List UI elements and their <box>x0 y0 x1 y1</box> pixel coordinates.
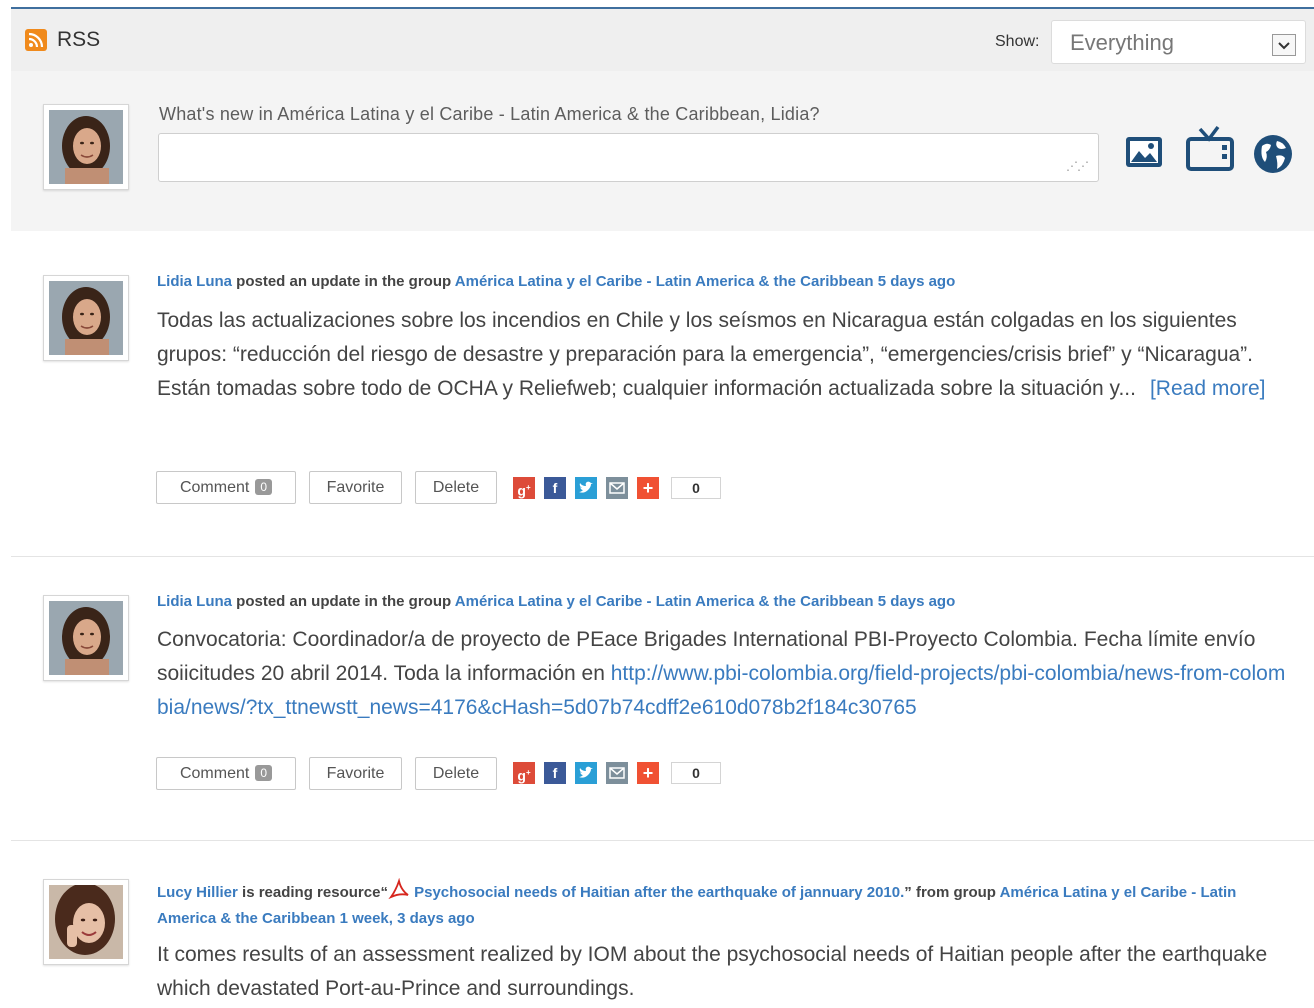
activity-item: Lucy Hillier is reading resource“ Psycho… <box>11 840 1314 1008</box>
comment-button[interactable]: Comment 0 <box>156 757 296 790</box>
activity-header: Lidia Luna posted an update in the group… <box>157 269 955 295</box>
activity-item: Lidia Luna posted an update in the group… <box>11 231 1314 556</box>
photo-icon[interactable] <box>1123 131 1165 178</box>
chevron-down-icon[interactable] <box>1272 34 1296 56</box>
activity-content: Convocatoria: Coordinador/a de proyecto … <box>157 623 1287 725</box>
video-icon[interactable] <box>1184 125 1236 178</box>
rss-icon[interactable] <box>25 29 47 51</box>
group-link[interactable]: América Latina y el Caribe - Latin Ameri… <box>455 273 874 290</box>
activity-item: Lidia Luna posted an update in the group… <box>11 556 1314 841</box>
share-count: 0 <box>671 477 721 499</box>
rss-link[interactable]: RSS <box>57 28 100 52</box>
pdf-icon <box>388 877 410 900</box>
show-filter-value: Everything <box>1070 30 1174 55</box>
avatar[interactable] <box>43 104 129 190</box>
user-link[interactable]: Lucy Hillier <box>157 884 238 901</box>
share-count: 0 <box>671 762 721 784</box>
activity-header: Lidia Luna posted an update in the group… <box>157 589 955 615</box>
delete-button[interactable]: Delete <box>415 471 497 504</box>
delete-button[interactable]: Delete <box>415 757 497 790</box>
twitter-share-icon[interactable] <box>575 477 597 499</box>
whats-new-composer: What's new in América Latina y el Caribe… <box>11 71 1314 231</box>
show-filter-select[interactable]: Everything <box>1051 20 1306 64</box>
avatar[interactable] <box>43 275 129 361</box>
comment-button-label: Comment <box>179 479 250 496</box>
composer-prompt: What's new in América Latina y el Caribe… <box>159 104 820 124</box>
open-quote: “ <box>380 884 388 901</box>
comment-button[interactable]: Comment 0 <box>156 471 296 504</box>
user-photo <box>49 601 123 675</box>
timestamp-link[interactable]: 5 days ago <box>878 593 956 610</box>
timestamp-link[interactable]: 5 days ago <box>878 273 956 290</box>
user-photo <box>49 885 123 959</box>
google-plus-share-icon[interactable]: g+ <box>513 762 535 784</box>
email-share-icon[interactable] <box>606 762 628 784</box>
close-quote: ” from group <box>904 884 996 901</box>
favorite-button[interactable]: Favorite <box>309 757 402 790</box>
add-share-icon[interactable]: + <box>637 477 659 499</box>
read-more-link[interactable]: [Read more] <box>1150 377 1266 400</box>
whats-new-input[interactable]: ⋰⋰ <box>158 133 1099 182</box>
user-link[interactable]: Lidia Luna <box>157 593 232 610</box>
activity-toolbar: RSS Show: Everything <box>11 9 1314 71</box>
favorite-button[interactable]: Favorite <box>309 471 402 504</box>
comment-count-badge: 0 <box>255 765 273 781</box>
email-share-icon[interactable] <box>606 477 628 499</box>
activity-content: It comes results of an assessment realiz… <box>157 938 1277 1006</box>
timestamp-link[interactable]: 1 week, 3 days ago <box>340 910 475 927</box>
add-share-icon[interactable]: + <box>637 762 659 784</box>
show-filter-label: Show: <box>995 33 1040 50</box>
avatar[interactable] <box>43 879 129 965</box>
twitter-share-icon[interactable] <box>575 762 597 784</box>
google-plus-share-icon[interactable]: g+ <box>513 477 535 499</box>
group-link[interactable]: América Latina y el Caribe - Latin Ameri… <box>455 593 874 610</box>
activity-body-text: It comes results of an assessment realiz… <box>157 943 1268 1000</box>
avatar[interactable] <box>43 595 129 681</box>
facebook-share-icon[interactable]: f <box>544 477 566 499</box>
activity-action: posted an update in the group <box>236 593 452 610</box>
activity-action: is reading resource <box>242 884 381 901</box>
user-photo <box>49 281 123 355</box>
activity-content: Todas las actualizaciones sobre los ince… <box>157 304 1307 406</box>
activity-header: Lucy Hillier is reading resource“ Psycho… <box>157 877 1277 932</box>
activity-body-text: Todas las actualizaciones sobre los ince… <box>157 309 1253 400</box>
comment-button-label: Comment <box>179 765 250 782</box>
activity-action: posted an update in the group <box>236 273 452 290</box>
resize-grip-icon[interactable]: ⋰⋰ <box>1066 159 1089 173</box>
resource-link[interactable]: Psychosocial needs of Haitian after the … <box>414 884 904 901</box>
user-link[interactable]: Lidia Luna <box>157 273 232 290</box>
facebook-share-icon[interactable]: f <box>544 762 566 784</box>
globe-icon[interactable] <box>1251 132 1295 181</box>
comment-count-badge: 0 <box>255 479 273 495</box>
user-photo <box>49 110 123 184</box>
